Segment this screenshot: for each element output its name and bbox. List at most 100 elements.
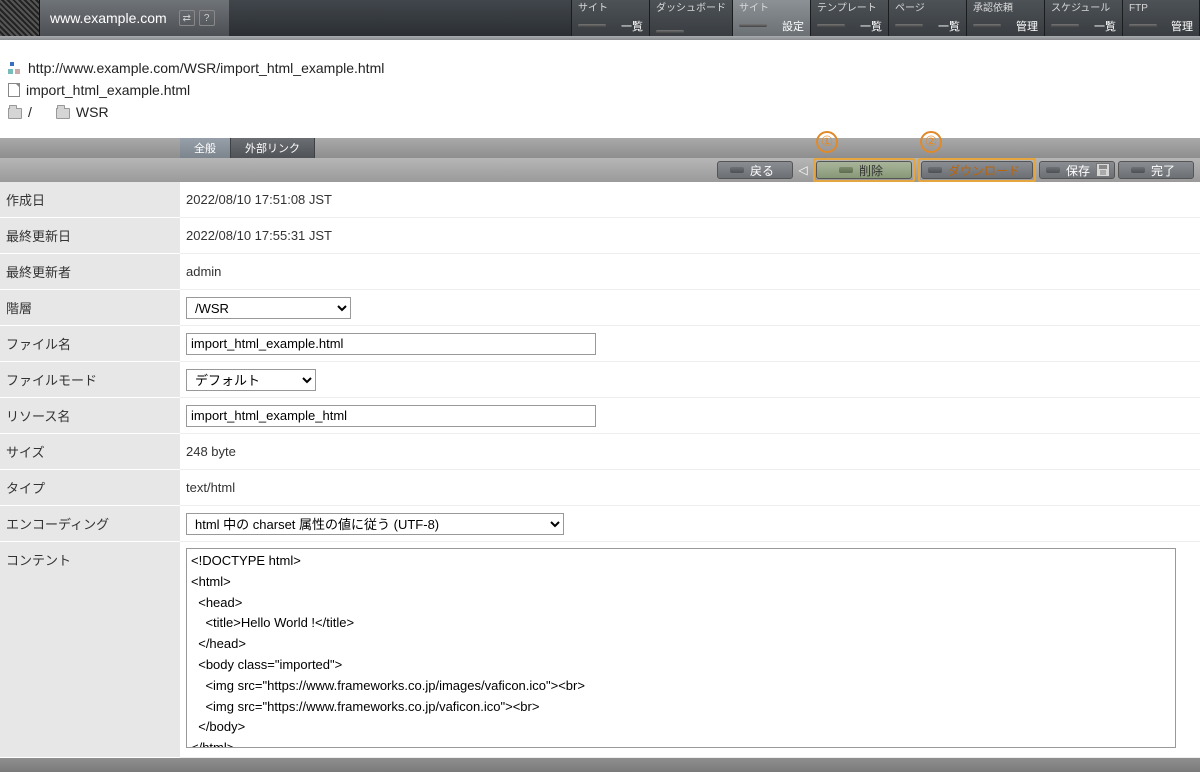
menu-bottom: 設定 (782, 18, 804, 34)
row-updater: 最終更新者 admin (0, 254, 1200, 290)
row-type: タイプ text/html (0, 470, 1200, 506)
folder-icon (56, 108, 70, 119)
delete-button[interactable]: 削除 (816, 161, 912, 179)
menu-top: サイト (739, 3, 804, 14)
menu-bottom: 一覧 (938, 18, 960, 34)
path-block: http://www.example.com/WSR/import_html_e… (0, 40, 1200, 138)
menu-indicator (1051, 24, 1079, 27)
row-layer: 階層 /WSR (0, 290, 1200, 326)
button-indicator (928, 167, 942, 173)
menu-bottom: 一覧 (860, 18, 882, 34)
back-button[interactable]: 戻る (717, 161, 793, 179)
annotation-1: ① (816, 130, 838, 153)
row-size: サイズ 248 byte (0, 434, 1200, 470)
menu-indicator (578, 24, 606, 27)
page-url: http://www.example.com/WSR/import_html_e… (28, 60, 384, 76)
done-button[interactable]: 完了 (1118, 161, 1194, 179)
button-indicator (1131, 167, 1145, 173)
file-row: import_html_example.html (8, 82, 1180, 98)
menu-dashboard[interactable]: ダッシュボード (649, 0, 732, 36)
button-indicator (1046, 167, 1060, 173)
header-menus: サイト 一覧 ダッシュボード サイト 設定 テンプレート 一覧 ページ 一覧 承… (571, 0, 1200, 36)
value-type: text/html (180, 470, 1200, 506)
menu-indicator (656, 30, 684, 33)
button-label: 戻る (750, 162, 774, 179)
menu-top: 承認依頼 (973, 3, 1038, 14)
label-updater: 最終更新者 (0, 254, 180, 290)
menu-ftp[interactable]: FTP 管理 (1122, 0, 1200, 36)
menu-indicator (817, 24, 845, 27)
download-button[interactable]: ダウンロード (921, 161, 1033, 179)
filename-input[interactable] (186, 333, 596, 355)
label-size: サイズ (0, 434, 180, 470)
highlight-delete: 削除 (813, 158, 915, 182)
button-label: 完了 (1151, 162, 1175, 179)
menu-top: スケジュール (1051, 3, 1116, 14)
menu-site-settings[interactable]: サイト 設定 (732, 0, 810, 36)
url-row: http://www.example.com/WSR/import_html_e… (8, 60, 1180, 76)
sitemap-icon (8, 61, 22, 75)
menu-pages[interactable]: ページ 一覧 (888, 0, 966, 36)
label-layer: 階層 (0, 290, 180, 326)
domain-text: www.example.com (50, 10, 167, 26)
tab-general[interactable]: 全般 (180, 138, 231, 158)
menu-top: サイト (578, 3, 643, 14)
help-icon[interactable]: ? (199, 10, 215, 26)
row-filemode: ファイルモード デフォルト (0, 362, 1200, 398)
row-content: コンテント (0, 542, 1200, 758)
menu-indicator (739, 24, 767, 27)
row-updated: 最終更新日 2022/08/10 17:55:31 JST (0, 218, 1200, 254)
menu-bottom: 一覧 (621, 18, 643, 34)
resource-input[interactable] (186, 405, 596, 427)
footer-strip (0, 758, 1200, 772)
label-resource: リソース名 (0, 398, 180, 434)
swap-icon[interactable]: ⇄ (179, 10, 195, 26)
menu-top: FTP (1129, 3, 1193, 14)
row-filename: ファイル名 (0, 326, 1200, 362)
menu-bottom: 管理 (1016, 18, 1038, 34)
menu-templates[interactable]: テンプレート 一覧 (810, 0, 888, 36)
highlight-download: ダウンロード (918, 158, 1036, 182)
button-indicator (839, 167, 853, 173)
row-encoding: エンコーディング html 中の charset 属性の値に従う (UTF-8) (0, 506, 1200, 542)
save-icon (1096, 163, 1110, 177)
menu-bottom: 管理 (1171, 18, 1193, 34)
tab-label: 外部リンク (245, 140, 300, 156)
tab-external-links[interactable]: 外部リンク (231, 138, 315, 158)
annotation-2: ② (920, 130, 942, 153)
chevron-left-icon[interactable]: ◁ (796, 161, 810, 179)
layer-select[interactable]: /WSR (186, 297, 351, 319)
breadcrumb-row: / WSR (8, 104, 1180, 120)
menu-site-list[interactable]: サイト 一覧 (571, 0, 649, 36)
breadcrumb-dir: WSR (76, 104, 109, 120)
properties-table: 作成日 2022/08/10 17:51:08 JST 最終更新日 2022/0… (0, 182, 1200, 758)
value-created: 2022/08/10 17:51:08 JST (180, 182, 1200, 218)
row-resource: リソース名 (0, 398, 1200, 434)
encoding-select[interactable]: html 中の charset 属性の値に従う (UTF-8) (186, 513, 564, 535)
menu-top: ダッシュボード (656, 3, 726, 14)
header-spacer (229, 0, 571, 36)
menu-approval[interactable]: 承認依頼 管理 (966, 0, 1044, 36)
menu-indicator (895, 24, 923, 27)
label-type: タイプ (0, 470, 180, 506)
label-created: 作成日 (0, 182, 180, 218)
breadcrumb-sep: / (28, 104, 32, 120)
menu-bottom: 一覧 (1094, 18, 1116, 34)
menu-top: テンプレート (817, 3, 882, 14)
tab-label: 全般 (194, 140, 216, 156)
top-header: www.example.com ⇄ ? サイト 一覧 ダッシュボード サイト 設… (0, 0, 1200, 36)
row-created: 作成日 2022/08/10 17:51:08 JST (0, 182, 1200, 218)
save-button[interactable]: 保存 (1039, 161, 1115, 179)
file-name: import_html_example.html (26, 82, 190, 98)
file-icon (8, 83, 20, 97)
folder-icon (8, 108, 22, 119)
filemode-select[interactable]: デフォルト (186, 369, 316, 391)
domain-display: www.example.com ⇄ ? (40, 0, 229, 36)
value-updated: 2022/08/10 17:55:31 JST (180, 218, 1200, 254)
menu-schedule[interactable]: スケジュール 一覧 (1044, 0, 1122, 36)
button-label: ダウンロード (948, 162, 1020, 179)
menu-top: ページ (895, 3, 960, 14)
content-textarea[interactable] (186, 548, 1176, 748)
menu-indicator (1129, 24, 1157, 27)
button-label: 保存 (1066, 162, 1090, 179)
